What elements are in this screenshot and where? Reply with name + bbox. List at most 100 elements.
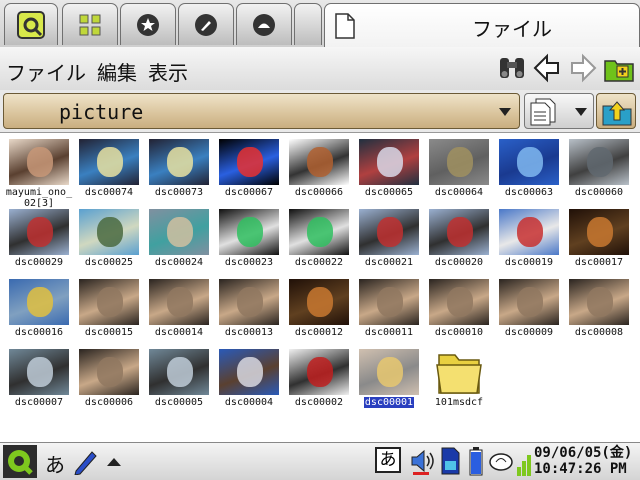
file-item[interactable]: dsc00024 (144, 207, 214, 277)
file-item[interactable]: dsc00013 (214, 277, 284, 347)
file-name-label: dsc00005 (154, 397, 204, 408)
menu-file[interactable]: ファイル (6, 57, 86, 86)
file-name-label: dsc00006 (84, 397, 134, 408)
file-name-label: dsc00063 (504, 187, 554, 198)
signal-strength-icon (517, 455, 531, 476)
file-item[interactable]: dsc00009 (494, 277, 564, 347)
image-thumbnail (79, 209, 139, 255)
image-thumbnail (149, 139, 209, 185)
file-name-label: dsc00060 (574, 187, 624, 198)
expand-up-icon[interactable] (106, 457, 122, 467)
file-item[interactable]: dsc00012 (284, 277, 354, 347)
file-item[interactable]: dsc00017 (564, 207, 634, 277)
folder-up-icon (602, 101, 632, 126)
image-thumbnail (289, 279, 349, 325)
path-bar: picture (0, 90, 640, 133)
chevron-down-icon (575, 108, 587, 116)
folder-item[interactable]: 101msdcf (424, 347, 494, 417)
file-item[interactable]: dsc00016 (4, 277, 74, 347)
file-item[interactable]: dsc00067 (214, 137, 284, 207)
image-thumbnail (79, 139, 139, 185)
file-item[interactable]: dsc00064 (424, 137, 494, 207)
file-name-label: dsc00012 (294, 327, 344, 338)
file-item[interactable]: dsc00001 (354, 347, 424, 417)
file-item[interactable]: dsc00005 (144, 347, 214, 417)
apps-grid-icon (79, 14, 101, 35)
file-name-label: dsc00024 (154, 257, 204, 268)
network-icon[interactable] (488, 449, 514, 473)
image-thumbnail (499, 209, 559, 255)
start-menu-icon[interactable] (3, 445, 37, 478)
file-item[interactable]: dsc00066 (284, 137, 354, 207)
file-item[interactable]: dsc00006 (74, 347, 144, 417)
image-thumbnail (149, 349, 209, 395)
sd-card-icon[interactable] (440, 447, 460, 475)
file-item[interactable]: dsc00060 (564, 137, 634, 207)
file-item[interactable]: dsc00007 (4, 347, 74, 417)
file-item[interactable]: dsc00008 (564, 277, 634, 347)
file-name-label: dsc00067 (224, 187, 274, 198)
file-item[interactable]: dsc00022 (284, 207, 354, 277)
file-list-icon (530, 98, 556, 126)
tab-media[interactable] (236, 3, 292, 45)
image-thumbnail (79, 349, 139, 395)
file-item[interactable]: dsc00073 (144, 137, 214, 207)
tab-apps[interactable] (62, 3, 118, 45)
tab-file[interactable]: ファイル (324, 3, 640, 48)
media-icon (253, 13, 275, 36)
image-thumbnail (219, 349, 279, 395)
view-mode-dropdown[interactable] (524, 93, 594, 129)
new-folder-icon[interactable] (603, 52, 635, 84)
image-thumbnail (429, 139, 489, 185)
battery-icon (469, 447, 483, 476)
star-icon (137, 13, 159, 36)
file-item[interactable]: dsc00004 (214, 347, 284, 417)
file-item[interactable]: dsc00020 (424, 207, 494, 277)
tab-favorites[interactable] (120, 3, 176, 45)
file-item[interactable]: dsc00015 (74, 277, 144, 347)
menu-view[interactable]: 表示 (148, 57, 188, 86)
file-item[interactable]: dsc00011 (354, 277, 424, 347)
file-item[interactable]: dsc00065 (354, 137, 424, 207)
file-item[interactable]: dsc00063 (494, 137, 564, 207)
image-thumbnail (499, 139, 559, 185)
back-arrow-icon[interactable] (531, 52, 563, 84)
file-item[interactable]: mayumi_ono_ 02[3] (4, 137, 74, 209)
tab-tools[interactable] (178, 3, 234, 45)
image-thumbnail (9, 209, 69, 255)
tab-settings[interactable] (4, 3, 58, 45)
binoculars-icon[interactable] (496, 52, 528, 84)
image-thumbnail (569, 279, 629, 325)
clock[interactable]: 09/06/05(金) 10:47:26 PM (534, 445, 632, 477)
file-name-label: dsc00016 (14, 327, 64, 338)
path-dropdown[interactable]: picture (3, 93, 520, 129)
pen-input-icon[interactable] (72, 447, 100, 475)
speaker-icon[interactable] (409, 447, 437, 475)
menu-edit[interactable]: 編集 (97, 57, 137, 86)
image-thumbnail (359, 209, 419, 255)
file-grid: mayumi_ono_ 02[3] dsc00074 dsc00073 dsc0006… (0, 133, 640, 442)
file-item[interactable]: dsc00002 (284, 347, 354, 417)
file-item[interactable]: dsc00014 (144, 277, 214, 347)
file-item[interactable]: dsc00029 (4, 207, 74, 277)
file-item[interactable]: dsc00021 (354, 207, 424, 277)
file-item[interactable]: dsc00019 (494, 207, 564, 277)
forward-arrow-icon[interactable] (567, 52, 599, 84)
file-item[interactable]: dsc00025 (74, 207, 144, 277)
file-item[interactable]: dsc00010 (424, 277, 494, 347)
file-name-label: dsc00013 (224, 327, 274, 338)
ime-indicator[interactable]: あ (375, 447, 401, 473)
pen-icon (195, 13, 217, 36)
file-item[interactable]: dsc00074 (74, 137, 144, 207)
tab-blank[interactable] (294, 3, 322, 45)
parent-folder-button[interactable] (596, 93, 636, 129)
image-thumbnail (289, 139, 349, 185)
ime-mode-label[interactable]: あ (45, 449, 65, 478)
file-name-label: dsc00074 (84, 187, 134, 198)
image-thumbnail (79, 279, 139, 325)
image-thumbnail (429, 279, 489, 325)
image-thumbnail (569, 139, 629, 185)
file-name-label: dsc00066 (294, 187, 344, 198)
file-name-label: mayumi_ono_ 02[3] (5, 187, 73, 209)
file-item[interactable]: dsc00023 (214, 207, 284, 277)
